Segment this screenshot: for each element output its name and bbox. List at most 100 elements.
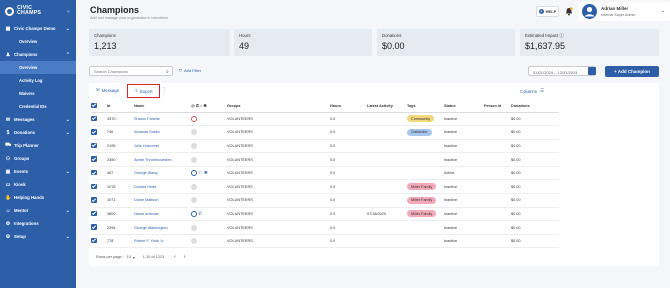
sidebar-item[interactable]: ☺ Mentor ⌄ <box>0 204 76 217</box>
cell-name-link[interactable]: Sharon Fanelle <box>134 112 191 127</box>
export-button[interactable]: ⇪ Export <box>127 84 160 98</box>
row-checkbox[interactable] <box>91 156 97 162</box>
table-row[interactable]: 746 Amanda Sosko VOLUNTEERS 0.0 Gatlander Ina… <box>91 125 559 140</box>
table-row[interactable]: 2394 George Washington VOLUNTEERS 0.0 Inacti… <box>91 220 559 235</box>
col-latest-activity[interactable]: Latest Activity <box>367 100 407 113</box>
table-row[interactable]: 4370 Sharon Fanelle VOLUNTEERS 0.0 Community… <box>91 112 559 127</box>
col-groups[interactable]: Groups <box>227 100 330 113</box>
cell-name-link[interactable]: George Washington <box>134 220 191 235</box>
sidebar-sub-item[interactable]: Overview <box>0 61 76 74</box>
add-filter-button[interactable]: ⛉ Add Filter <box>179 68 201 73</box>
cell-name-link[interactable]: Amanda Sosko <box>134 125 191 140</box>
sidebar-item[interactable]: ♟ Champions ⌃ <box>0 48 76 61</box>
sidebar-item[interactable]: $ Donations ⌄ <box>0 126 76 139</box>
chevron-down-icon[interactable]: ⌄ <box>66 26 70 32</box>
row-checkbox[interactable] <box>91 129 97 135</box>
cell-name-link[interactable]: George Wang <box>134 166 191 181</box>
tag-badge[interactable]: Gatlander <box>407 128 432 136</box>
table-row[interactable]: 2350 Andre Throethouesten VOLUNTEERS 0.0 Ina… <box>91 152 559 167</box>
cell-donations: $0.00 <box>511 193 559 208</box>
cell-name-link[interactable]: Robert F. Yoda Jr. <box>134 234 191 249</box>
sidebar-sub-item[interactable]: Waivers <box>0 87 76 100</box>
sidebar-item[interactable]: ⛟ Trip Planner <box>0 139 76 152</box>
cell-name-link[interactable]: Donald Hinks <box>134 179 191 195</box>
sidebar-item[interactable]: ▭ Kiosk <box>0 178 76 191</box>
info-icon[interactable]: ⓘ <box>559 33 564 38</box>
avatar <box>582 4 597 19</box>
select-all-checkbox[interactable] <box>91 102 97 108</box>
tag-badge[interactable]: Community <box>407 115 435 123</box>
table-row[interactable]: 1071 Diane Mattson VOLUNTEERS 0.0 Miller Fam… <box>91 193 559 208</box>
tag-badge[interactable]: Miller Family <box>407 196 437 204</box>
col-person-id[interactable]: Person Id <box>484 100 511 113</box>
col-name[interactable]: Name <box>134 100 191 113</box>
table-row[interactable]: 2195 Julie Holcomer VOLUNTEERS 0.0 Inactive $… <box>91 139 559 154</box>
chevron-down-icon[interactable]: ⌄ <box>66 117 70 123</box>
row-checkbox[interactable] <box>91 115 97 122</box>
search-input[interactable] <box>94 69 162 74</box>
date-range-input[interactable]: 01/01/2024 – 12/31/2024 <box>528 66 596 76</box>
table-row[interactable]: 1078 Donald Hinks VOLUNTEERS 0.0 Miller Fami… <box>91 179 559 195</box>
table-row[interactable]: 778 Robert F. Yoda Jr. VOLUNTEERS 0.0 Inacti… <box>91 234 559 249</box>
col-hours[interactable]: Hours <box>330 100 367 113</box>
rows-per-page-select[interactable]: 10 ▾ <box>127 255 135 260</box>
collapse-sidebar-icon[interactable]: « <box>67 9 70 15</box>
sidebar-item[interactable]: ⚇ Groups <box>0 152 76 165</box>
search-champions[interactable]: ⌕ <box>89 66 173 76</box>
cell-id: 2394 <box>107 220 134 235</box>
sidebar-item[interactable]: ⚙ Integrations <box>0 217 76 230</box>
search-icon[interactable]: ⌕ <box>166 69 169 75</box>
cell-donations: $0.00 <box>511 207 559 222</box>
sidebar-item[interactable]: ✉ Messages ⌄ <box>0 113 76 126</box>
tag-badge[interactable]: Miller Family <box>407 210 437 218</box>
cell-name-link[interactable]: Andre Throethouesten <box>134 152 191 167</box>
user-menu[interactable]: Adrian Miller Internal Super Admin ⌄ <box>578 2 670 21</box>
sidebar-sub-item[interactable]: Credential IDs <box>0 100 76 113</box>
logo[interactable]: CIVIC CHAMPS <box>0 0 76 22</box>
message-button[interactable]: ✉ Message <box>96 87 119 93</box>
next-page-icon[interactable]: › <box>184 254 186 260</box>
sidebar-item-label: Waivers <box>19 91 35 96</box>
chevron-down-icon[interactable]: ⌄ <box>66 208 70 214</box>
table-row[interactable]: 467 George Wang ✆ ✱ VOLUNTEERS 0.0 Active $0.… <box>91 166 559 181</box>
row-checkbox[interactable] <box>91 210 97 217</box>
help-button[interactable]: ? HELP <box>536 6 559 17</box>
col-donations[interactable]: Donations <box>511 100 559 113</box>
export-label: Export <box>140 88 153 94</box>
cell-name-link[interactable]: Haroe antonaz <box>134 207 191 222</box>
sidebar-sub-item[interactable]: Overview <box>0 35 76 48</box>
col-status[interactable]: Status <box>444 100 484 113</box>
columns-button[interactable]: Columns ☰ <box>520 88 544 94</box>
sidebar-sub-item[interactable]: Activity Log <box>0 74 76 87</box>
chevron-up-icon[interactable]: ⌃ <box>66 52 70 58</box>
sidebar-item[interactable]: ▣ Events ⌄ <box>0 165 76 178</box>
email-status-icon <box>191 183 197 190</box>
row-checkbox[interactable] <box>91 237 97 244</box>
calendar-icon[interactable] <box>588 67 596 75</box>
notification-bell-icon[interactable] <box>565 7 573 16</box>
tag-badge[interactable]: Miller Family <box>407 183 437 191</box>
col-id[interactable]: Id <box>107 100 134 113</box>
sidebar-item-label: Messages <box>14 117 35 122</box>
cell-name-link[interactable]: Diane Mattson <box>134 193 191 208</box>
row-checkbox[interactable] <box>91 224 97 230</box>
row-checkbox[interactable] <box>91 183 97 190</box>
add-champion-button[interactable]: + Add Champion <box>605 66 659 77</box>
page-subtitle: Add and manage your organization's volun… <box>90 16 168 20</box>
table-row[interactable]: 3800 Haroe antonaz ✆ VOLUNTEERS 0.0 07/18/20… <box>91 207 559 222</box>
prev-page-icon[interactable]: ‹ <box>174 254 176 260</box>
cell-hours: 0.0 <box>330 152 367 167</box>
col-tags[interactable]: Tags <box>407 100 444 113</box>
row-checkbox[interactable] <box>91 142 97 149</box>
cell-name-link[interactable]: Julie Holcomer <box>134 139 191 154</box>
row-checkbox[interactable] <box>91 197 97 203</box>
chevron-down-icon[interactable]: ⌄ <box>66 130 70 136</box>
row-checkbox[interactable] <box>91 169 97 176</box>
chevron-down-icon[interactable]: ⌄ <box>66 169 70 175</box>
sidebar-item[interactable]: ⚙ Setup ⌄ <box>0 230 76 243</box>
more-options-icon[interactable]: ⋮ <box>162 87 167 93</box>
cell-groups: VOLUNTEERS <box>227 152 330 167</box>
sidebar-item[interactable]: ▦ Civic Champs Demo ⌄ <box>0 22 76 35</box>
chevron-down-icon[interactable]: ⌄ <box>66 234 70 240</box>
sidebar-item[interactable]: ✋ Helping Hands <box>0 191 76 204</box>
